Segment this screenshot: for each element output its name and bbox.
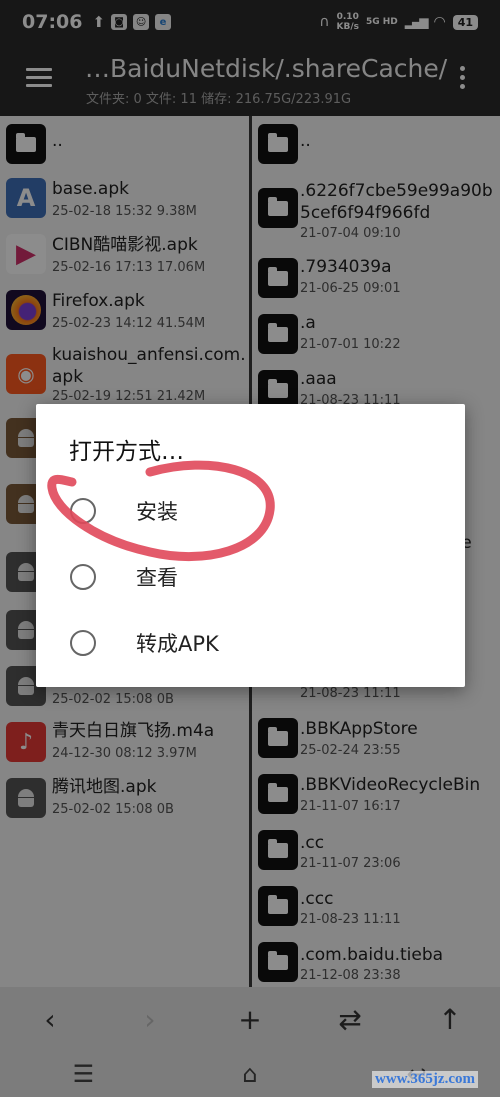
- option-view[interactable]: 查看: [70, 556, 450, 600]
- option-convert-apk[interactable]: 转成APK: [70, 622, 450, 666]
- radio-button[interactable]: [70, 498, 96, 524]
- watermark: www.365jz.com: [372, 1071, 478, 1088]
- dialog-title: 打开方式…: [69, 439, 184, 465]
- open-with-dialog: 打开方式… 安装 查看 转成APK: [36, 404, 465, 687]
- radio-button[interactable]: [70, 630, 96, 656]
- option-install[interactable]: 安装: [70, 490, 450, 534]
- radio-button[interactable]: [70, 564, 96, 590]
